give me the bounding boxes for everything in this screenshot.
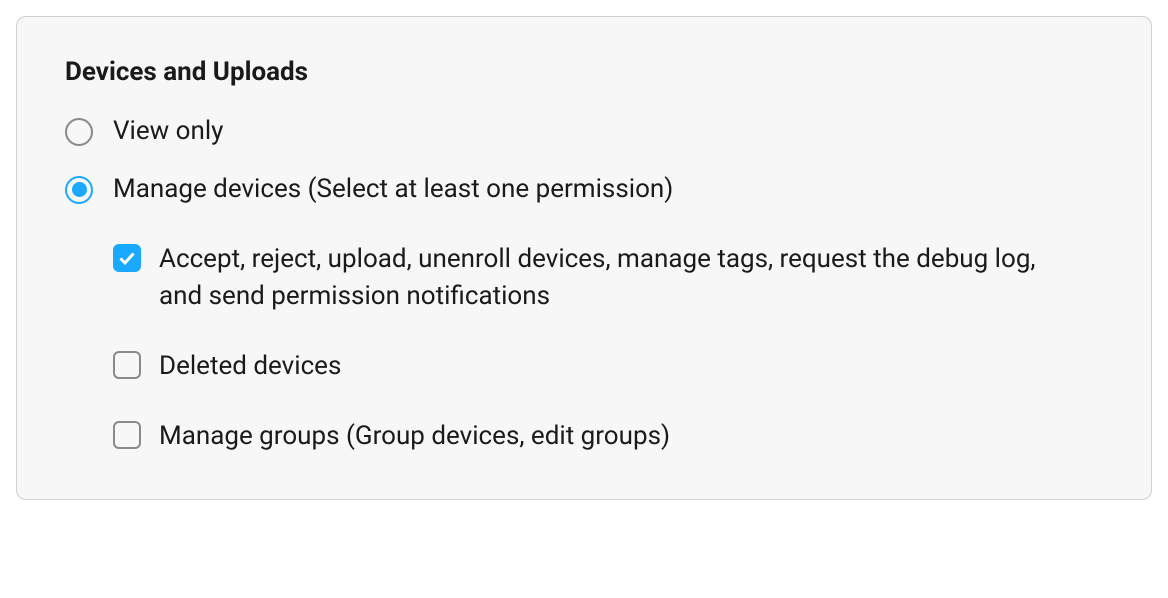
radio-row-view-only[interactable]: View only (65, 115, 1103, 149)
checkbox-deleted-devices[interactable] (113, 351, 141, 379)
checkbox-label-deleted-devices[interactable]: Deleted devices (159, 348, 341, 386)
radio-row-manage-devices[interactable]: Manage devices (Select at least one perm… (65, 173, 1103, 207)
checkbox-row-accept-reject[interactable]: Accept, reject, upload, unenroll devices… (113, 241, 1103, 316)
devices-uploads-panel: Devices and Uploads View only Manage dev… (16, 16, 1152, 500)
radio-view-only[interactable] (65, 118, 93, 146)
section-title: Devices and Uploads (65, 57, 1103, 87)
check-icon (118, 249, 136, 267)
checkbox-label-manage-groups[interactable]: Manage groups (Group devices, edit group… (159, 418, 670, 456)
checkbox-row-manage-groups[interactable]: Manage groups (Group devices, edit group… (113, 418, 1103, 456)
checkbox-row-deleted-devices[interactable]: Deleted devices (113, 348, 1103, 386)
radio-label-view-only[interactable]: View only (113, 115, 223, 149)
radio-label-manage-devices[interactable]: Manage devices (Select at least one perm… (113, 173, 673, 207)
checkbox-accept-reject[interactable] (113, 244, 141, 272)
radio-manage-devices[interactable] (65, 176, 93, 204)
checkbox-label-accept-reject[interactable]: Accept, reject, upload, unenroll devices… (159, 241, 1079, 316)
checkbox-manage-groups[interactable] (113, 421, 141, 449)
manage-devices-permissions: Accept, reject, upload, unenroll devices… (113, 241, 1103, 456)
radio-dot-icon (72, 182, 87, 197)
